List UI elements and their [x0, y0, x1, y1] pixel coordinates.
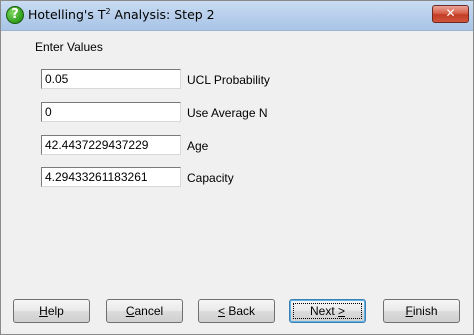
back-button-label: Back	[225, 304, 256, 318]
capacity-label: Capacity	[187, 171, 234, 185]
cancel-button-label: ancel	[134, 304, 164, 318]
help-button-mnemonic: H	[39, 304, 48, 318]
next-button[interactable]: Next >	[289, 299, 366, 323]
close-icon: ✕	[445, 6, 456, 20]
cancel-button[interactable]: Cancel	[106, 299, 183, 323]
back-button[interactable]: < Back	[198, 299, 275, 323]
close-button[interactable]: ✕	[432, 5, 469, 23]
focus-rectangle	[293, 303, 362, 319]
enter-values-label: Enter Values	[35, 40, 103, 54]
finish-button-mnemonic: F	[405, 304, 413, 318]
ucl-probability-label: UCL Probability	[187, 73, 270, 87]
age-field[interactable]	[41, 135, 181, 155]
age-label: Age	[187, 139, 209, 153]
use-average-n-label: Use Average N	[187, 106, 268, 120]
question-mark-icon: ?	[6, 6, 24, 24]
window-title: Hotelling's T2 Analysis: Step 2	[28, 7, 215, 22]
use-average-n-field[interactable]	[41, 102, 181, 122]
title-bar[interactable]: ? Hotelling's T2 Analysis: Step 2 ✕	[1, 1, 473, 31]
finish-button[interactable]: Finish	[383, 299, 460, 323]
help-button-label: elp	[47, 304, 64, 318]
ucl-probability-field[interactable]	[41, 69, 181, 89]
back-button-mnemonic: <	[217, 304, 225, 318]
window-title-main: Hotelling's T	[28, 7, 106, 22]
finish-button-label: inish	[412, 304, 438, 318]
dialog-window: ? Hotelling's T2 Analysis: Step 2 ✕ Ente…	[0, 0, 474, 335]
capacity-field[interactable]	[41, 167, 181, 187]
window-title-rest: Analysis: Step 2	[110, 7, 215, 22]
help-button[interactable]: Help	[13, 299, 90, 323]
